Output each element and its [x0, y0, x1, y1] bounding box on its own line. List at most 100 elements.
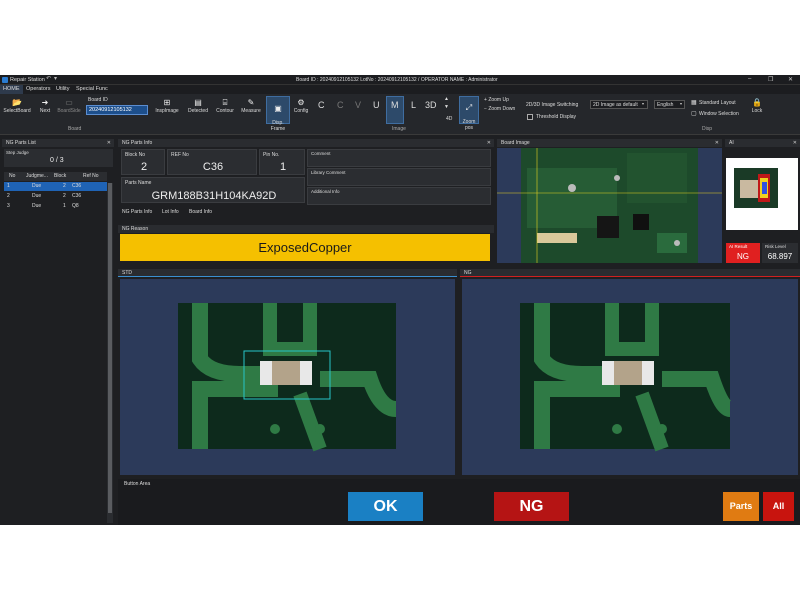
all-button[interactable]: All: [763, 492, 794, 521]
close-icon[interactable]: ✕: [107, 139, 111, 147]
view-u-button[interactable]: U: [373, 100, 380, 110]
board-image-title: Board Image: [501, 140, 530, 146]
view-m-label: M: [391, 100, 399, 110]
library-comment-label: Library Comment: [311, 170, 346, 175]
next-button[interactable]: ➜ Next: [37, 98, 53, 114]
threshold-checkbox[interactable]: [527, 114, 533, 120]
nav-up-icon[interactable]: ▲: [444, 96, 449, 102]
ok-button[interactable]: OK: [348, 492, 423, 521]
col-judgment: Judgme...: [26, 173, 48, 179]
lock-label: Lock: [751, 108, 763, 114]
tab-operators[interactable]: Operators: [26, 86, 50, 92]
step-judge-box: Step Judge 0 / 3: [4, 149, 113, 167]
switching-select[interactable]: 2D Image as default: [590, 100, 648, 109]
config-label: Config: [293, 108, 309, 114]
tab-home[interactable]: HOME: [0, 85, 23, 94]
additional-info-field[interactable]: Additional Info: [307, 187, 491, 205]
tab-lot-info[interactable]: Lot Info: [162, 209, 179, 215]
ng-reason-header: NG Reason: [118, 225, 494, 233]
scrollbar-thumb[interactable]: [108, 183, 112, 513]
board-image-header: Board Image ✕: [497, 139, 722, 147]
risk-level-value: 68.897: [767, 252, 793, 261]
undo-icon[interactable]: ↶: [46, 75, 51, 82]
close-icon[interactable]: ✕: [793, 139, 797, 147]
standard-layout-button[interactable]: Standard Layout: [699, 100, 736, 106]
row-ref: C36: [72, 183, 82, 189]
all-button-label: All: [772, 501, 785, 511]
list-item[interactable]: 1 Due 2 C36: [4, 182, 107, 191]
zoom-pos-button[interactable]: ⤢ Zoom pos: [459, 96, 479, 131]
detected-icon: ▤: [194, 98, 202, 107]
step-judge-value: 0 / 3: [50, 157, 64, 164]
list-item[interactable]: 3 Due 1 Q8: [4, 202, 107, 211]
ai-result-label: AI Result: [729, 244, 748, 249]
ng-image-view[interactable]: [462, 279, 798, 475]
switching-label: 2D/3D Image Switching: [526, 102, 579, 108]
ng-list-header-row: No Judgme... Block Ref No: [4, 172, 107, 181]
std-image-svg: [178, 303, 397, 452]
four-d-button[interactable]: 4D: [446, 116, 452, 122]
view-c2-button[interactable]: C: [337, 100, 344, 110]
zoom-down-button[interactable]: − Zoom Down: [484, 106, 515, 112]
inspimage-button[interactable]: ⊞ InspImage: [154, 98, 180, 114]
ng-list-scrollbar[interactable]: [107, 183, 113, 523]
tab-utility[interactable]: Utility: [56, 86, 69, 92]
col-block: Block: [54, 173, 67, 179]
list-item[interactable]: 2 Due 2 C36: [4, 192, 107, 201]
board-side-icon: ▭: [65, 98, 73, 107]
close-icon[interactable]: ✕: [487, 139, 491, 147]
contour-button[interactable]: ⌸ Contour: [213, 98, 237, 114]
row-no: 1: [7, 183, 10, 189]
zoom-up-button[interactable]: + Zoom Up: [484, 97, 509, 103]
ng-parts-list-panel: NG Parts List ✕ Step Judge 0 / 3 No Judg…: [0, 139, 116, 525]
parts-button[interactable]: Parts: [723, 492, 759, 521]
view-v-button[interactable]: V: [355, 100, 361, 110]
comment-label: Comment: [311, 151, 331, 156]
measure-button[interactable]: ✎ Measure: [239, 98, 263, 114]
config-button[interactable]: ⚙ Config: [292, 98, 310, 114]
ng-button[interactable]: NG: [494, 492, 569, 521]
frame-icon: ▣: [274, 104, 282, 113]
board-image-view[interactable]: [497, 148, 722, 263]
library-comment-field[interactable]: Library Comment: [307, 168, 491, 186]
board-group-label: Board: [68, 126, 82, 132]
board-id-field[interactable]: 20240912105132: [86, 105, 148, 115]
tab-special-func[interactable]: Special Func: [76, 86, 108, 92]
app-icon: [2, 77, 8, 83]
image-group-label: Image: [392, 126, 406, 132]
view-l-button[interactable]: L: [411, 100, 416, 110]
close-icon[interactable]: ✕: [715, 139, 719, 147]
quick-access-dropdown-icon[interactable]: ▾: [54, 75, 57, 82]
contour-icon: ⌸: [222, 98, 228, 107]
tab-ng-parts-info[interactable]: NG Parts Info: [122, 209, 152, 215]
disp-frame-button[interactable]: ▣ Disp. Frame: [266, 96, 290, 132]
window-selection-button[interactable]: Window Selection: [699, 111, 739, 117]
ribbon: 📂 SelectBoard ➜ Next ▭ BoardSide Board I…: [0, 94, 800, 135]
std-image-view[interactable]: [120, 279, 455, 475]
step-judge-label: Step Judge: [6, 150, 29, 155]
inspimage-label: InspImage: [155, 108, 179, 114]
next-icon: ➜: [41, 98, 49, 107]
maximize-icon[interactable]: ❐: [768, 76, 773, 83]
detected-button[interactable]: ▤ Detected: [185, 98, 211, 114]
col-ref: Ref No: [83, 173, 99, 179]
comment-field[interactable]: Comment: [307, 149, 491, 167]
std-title: STD: [122, 270, 132, 276]
minimize-icon[interactable]: –: [748, 76, 751, 82]
button-area: Button Area OK NG Parts All: [118, 479, 800, 525]
ng-parts-info-title: NG Parts Info: [122, 140, 153, 146]
row-no: 3: [7, 203, 10, 209]
view-3d-button[interactable]: 3D: [425, 100, 437, 110]
close-icon[interactable]: ✕: [788, 76, 793, 83]
lock-button[interactable]: 🔒 Lock: [750, 98, 764, 114]
select-board-button[interactable]: 📂 SelectBoard: [3, 98, 31, 114]
nav-down-icon[interactable]: ▼: [444, 104, 449, 110]
parts-name-label: Parts Name: [125, 180, 152, 186]
board-side-button[interactable]: ▭ BoardSide: [55, 98, 83, 114]
view-c1-button[interactable]: C: [318, 100, 325, 110]
tab-board-info[interactable]: Board Info: [189, 209, 212, 215]
ng-panel: NG: [460, 269, 800, 475]
row-no: 2: [7, 193, 10, 199]
ai-header: AI ✕: [725, 139, 800, 147]
parts-name-value: GRM188B31H104KA92D: [151, 190, 277, 202]
